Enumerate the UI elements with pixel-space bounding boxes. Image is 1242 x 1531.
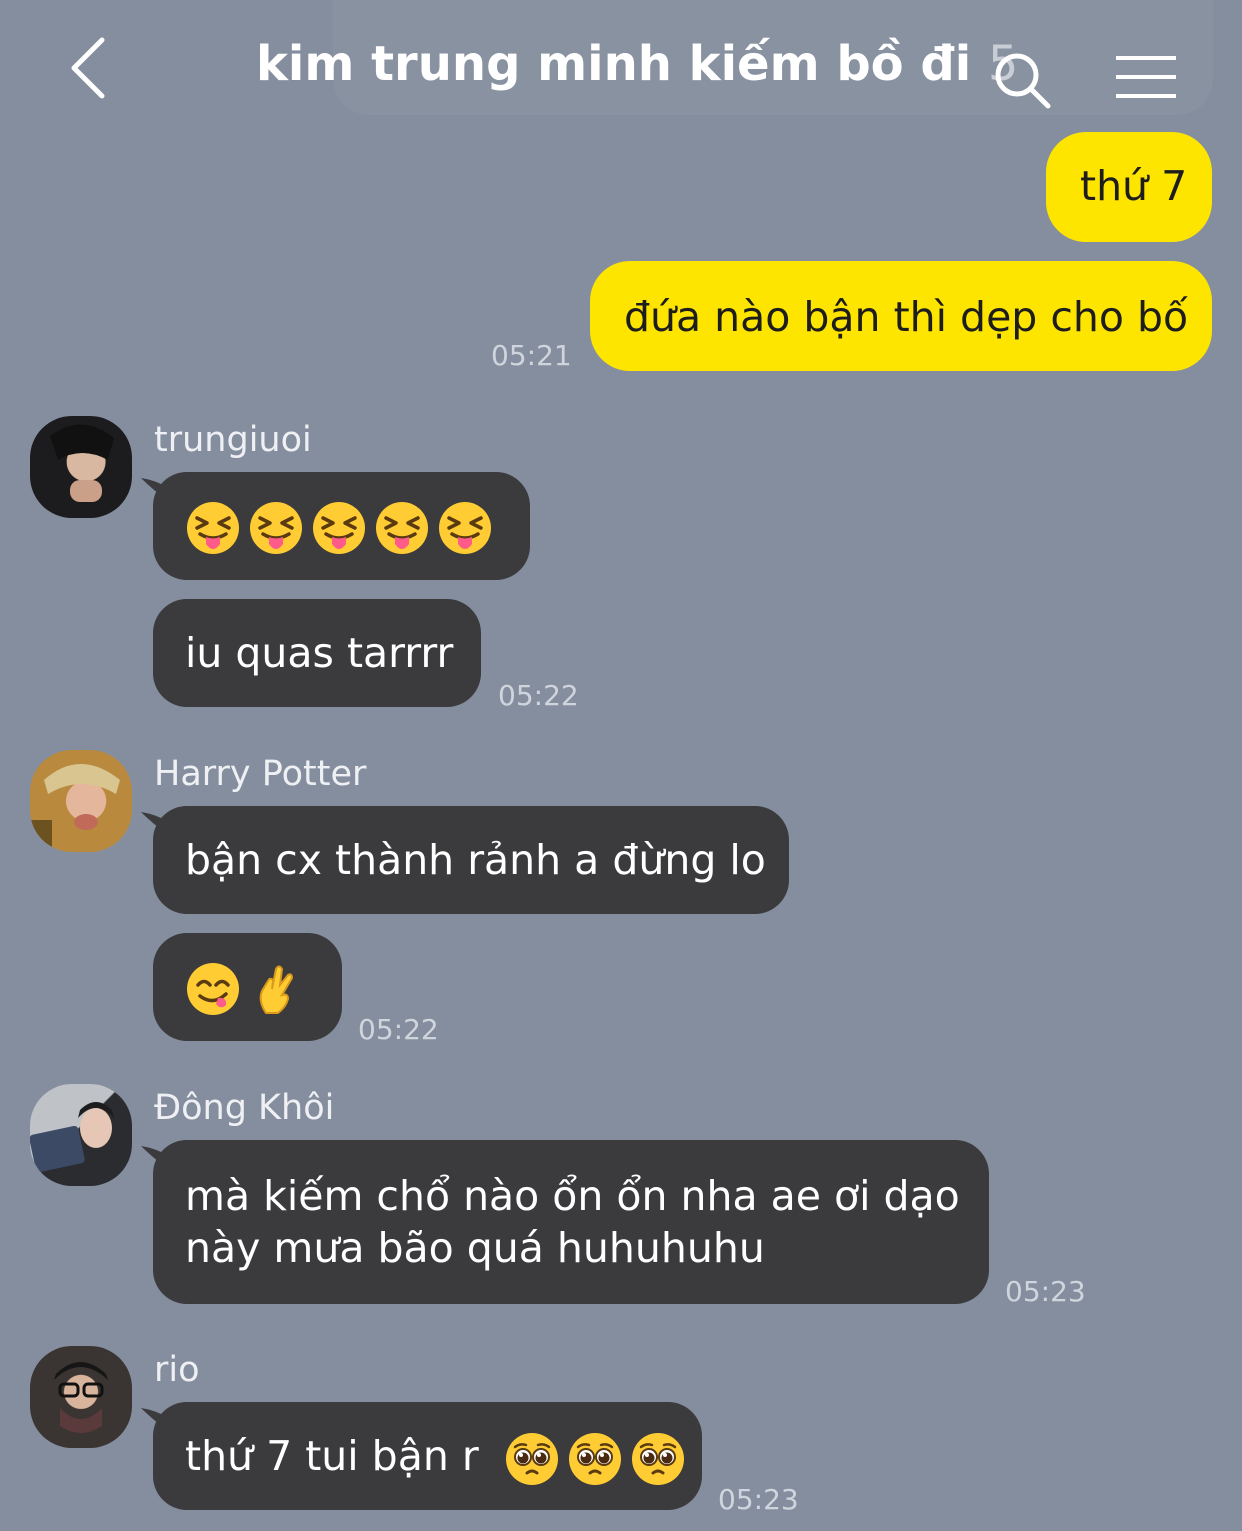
message-text: thứ 7 tui bận r: [185, 1432, 479, 1480]
yum-face-emoji: [185, 961, 241, 1017]
squinting-tongue-emoji: [437, 500, 493, 556]
message-time: 05:22: [358, 1013, 439, 1046]
message-text-line: mà kiếm chổ nào ổn ổn nha ae ơi dạo: [185, 1172, 960, 1220]
back-button[interactable]: [60, 30, 120, 102]
sender-name: Harry Potter: [154, 754, 367, 794]
message-bubble[interactable]: iu quas tarrrr: [153, 599, 481, 707]
sender-name: Đông Khôi: [154, 1088, 335, 1128]
emoji-row: [185, 962, 311, 1010]
message-text: thứ 7: [1080, 162, 1188, 210]
avatar-trungiuoi[interactable]: [30, 416, 132, 518]
message-bubble[interactable]: mà kiếm chổ nào ổn ổn nha ae ơi dạo này …: [141, 1140, 989, 1304]
message-text: đứa nào bận thì dẹp cho bố: [624, 293, 1189, 341]
squinting-tongue-emoji: [374, 500, 430, 556]
message-bubble[interactable]: [141, 472, 530, 580]
message-time: 05:21: [491, 339, 572, 372]
crossed-fingers-emoji: [248, 961, 304, 1017]
message-bubble[interactable]: [153, 933, 342, 1041]
chat-header: kim trung minh kiếm bồ đi 5: [0, 0, 1242, 130]
pleading-face-emoji: [567, 1431, 623, 1487]
chat-title: kim trung minh kiếm bồ đi 5: [256, 36, 1018, 92]
sender-name: rio: [154, 1350, 200, 1390]
squinting-tongue-emoji: [248, 500, 304, 556]
message-bubble[interactable]: bận cx thành rảnh a đừng lo: [141, 806, 789, 914]
search-icon: [995, 53, 1051, 109]
menu-button[interactable]: [1112, 50, 1180, 104]
emoji-row: [504, 1432, 693, 1480]
my-message-bubble[interactable]: thứ 7: [1046, 132, 1212, 242]
message-text: iu quas tarrrr: [185, 629, 454, 677]
profile-photo: [30, 764, 120, 852]
profile-photo: [54, 1362, 108, 1433]
my-message-bubble[interactable]: đứa nào bận thì dẹp cho bố: [590, 261, 1212, 371]
message-bubble[interactable]: thứ 7 tui bận r: [141, 1402, 702, 1510]
message-text: bận cx thành rảnh a đừng lo: [185, 836, 766, 884]
message-time: 05:22: [498, 679, 579, 712]
message-time: 05:23: [1005, 1275, 1086, 1308]
pleading-face-emoji: [504, 1431, 560, 1487]
avatar-rio[interactable]: [30, 1346, 132, 1448]
bubble-tail: [141, 478, 169, 502]
chat-title-text: kim trung minh kiếm bồ đi: [256, 36, 972, 92]
avatar-dong-khoi[interactable]: [30, 1084, 132, 1186]
hamburger-menu-icon: [1116, 56, 1176, 98]
bubble-tail: [141, 1408, 169, 1432]
search-button[interactable]: [990, 48, 1056, 114]
squinting-tongue-emoji: [311, 500, 367, 556]
message-text-line: này mưa bão quá huhuhuhu: [185, 1224, 765, 1272]
avatar-harry-potter[interactable]: [30, 750, 132, 852]
profile-photo: [30, 1102, 114, 1173]
chevron-left-icon: [71, 37, 105, 99]
pleading-face-emoji: [630, 1431, 686, 1487]
sender-name: trungiuoi: [154, 420, 312, 460]
emoji-row: [185, 501, 500, 549]
bubble-tail: [141, 812, 169, 836]
squinting-tongue-emoji: [185, 500, 241, 556]
message-time: 05:23: [718, 1483, 799, 1516]
profile-photo: [50, 424, 114, 502]
bubble-tail: [141, 1146, 169, 1170]
